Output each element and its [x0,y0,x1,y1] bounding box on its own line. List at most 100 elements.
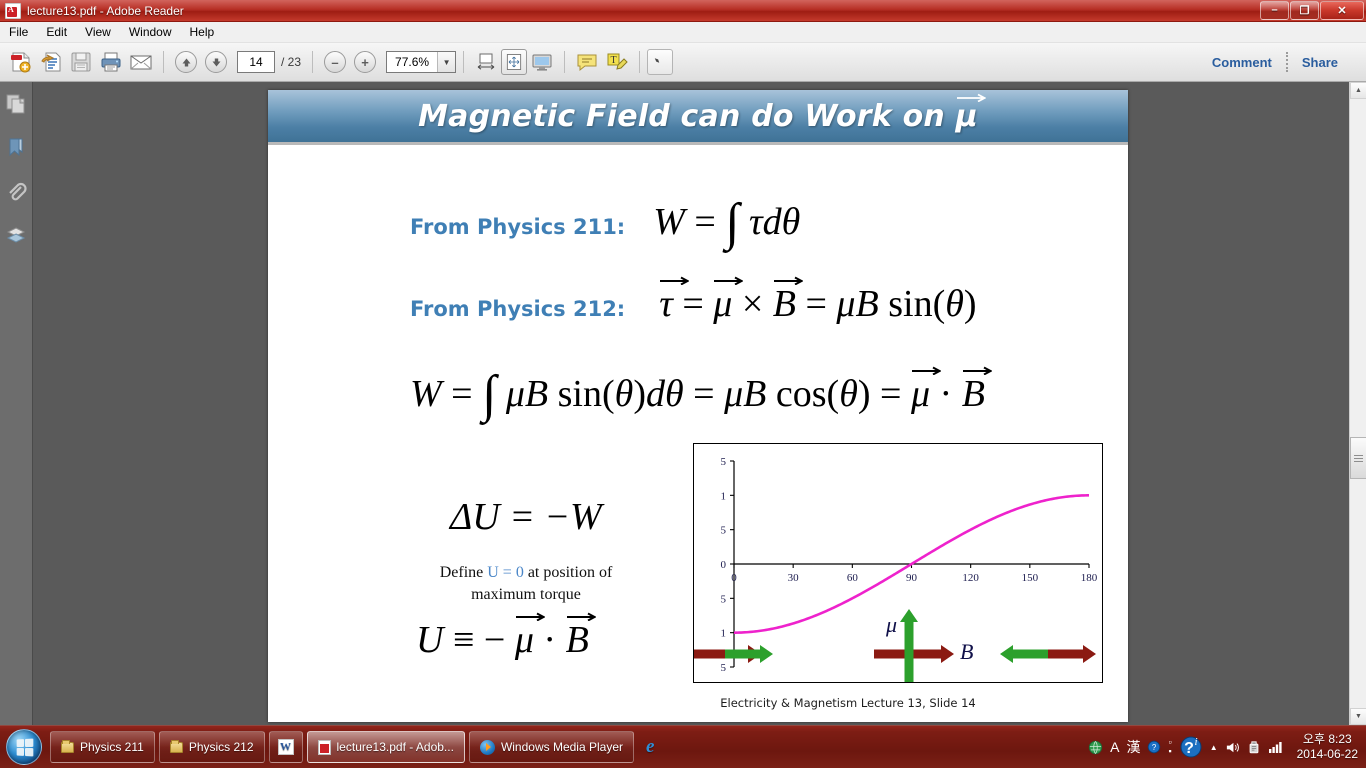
network-signal-icon[interactable] [1268,740,1284,754]
taskbar-item-physics-211[interactable]: Physics 211 [50,731,155,763]
convert-pdf-icon[interactable] [36,47,66,77]
menu-edit[interactable]: Edit [37,23,76,41]
menu-view[interactable]: View [76,23,120,41]
email-icon[interactable] [126,47,156,77]
physics211-label: From Physics 211: [410,215,626,239]
menu-help[interactable]: Help [181,23,224,41]
svg-text:90: 90 [906,572,918,584]
navigation-pane [0,82,33,725]
language-globe-icon[interactable] [1088,740,1103,755]
toolbar-separator-5 [639,51,641,73]
vector-arrow-icon [566,612,596,621]
torque-equation: τ = μ × B = μB sin(θ) [659,276,977,326]
potential-energy-row: U ≡ − μ · B [416,612,596,662]
define-u-suffix: at position of [523,564,613,581]
chevron-down-icon[interactable]: ▼ [437,52,456,72]
svg-text:60: 60 [847,572,859,584]
toolbar-separator-3 [463,51,465,73]
fit-width-icon[interactable] [471,47,501,77]
page-number-input[interactable]: 14 [237,51,275,73]
folder-icon [61,739,74,753]
work-integral-equation: W = ∫ τdθ [653,194,801,251]
menu-file[interactable]: File [0,23,37,41]
word-icon: W [277,739,294,755]
scrollbar-thumb[interactable] [1350,437,1366,479]
previous-page-button[interactable] [171,47,201,77]
toolbar-separator-1 [163,51,164,73]
menu-window[interactable]: Window [120,23,181,41]
scroll-up-button[interactable]: ▲ [1350,82,1366,99]
fullscreen-icon[interactable] [647,49,674,75]
physics212-label: From Physics 212: [410,297,626,321]
physics211-row: From Physics 211: W = ∫ τdθ [410,188,801,251]
print-icon[interactable] [96,47,126,77]
taskbar-item-physics-212[interactable]: Physics 212 [158,731,265,763]
zoom-out-button[interactable]: – [320,47,350,77]
vector-arrow-icon [956,93,986,102]
delta-u-row: ΔU = −W [450,495,602,539]
sticky-note-icon[interactable] [572,47,602,77]
pdf-page: Magnetic Field can do Work on μ From Phy… [268,90,1128,722]
action-center-icon[interactable]: ? i [1179,735,1203,759]
windows-logo-icon [6,729,42,765]
create-pdf-icon[interactable] [6,47,36,77]
taskbar-item-adobe-reader[interactable]: lecture13.pdf - Adob... [306,731,465,763]
layers-icon[interactable] [4,224,28,248]
ime-help-icon[interactable]: ? [1147,740,1161,754]
vector-arrow-icon [515,612,545,621]
taskbar-item-word[interactable]: W [268,731,303,763]
taskbar-label: Windows Media Player [500,740,623,754]
close-button[interactable]: ✕ [1320,0,1364,20]
svg-text:?: ? [1152,743,1157,752]
taskbar-clock[interactable]: 오후 8:23 2014-06-22 [1291,732,1358,762]
next-page-button[interactable] [201,47,231,77]
physics212-row: From Physics 212: τ = μ × B = μB sin(θ) [410,276,977,326]
page-thumbnails-icon[interactable] [4,92,28,116]
read-mode-icon[interactable] [527,47,557,77]
define-u-line1: Define U = 0 at position of [391,562,661,584]
usb-device-icon[interactable] [1247,740,1261,755]
svg-text:0: 0 [721,559,727,571]
pdf-app-icon [5,2,21,19]
define-u-highlight: U = 0 [487,564,524,581]
toolbar-right-group: Comment Share [1200,52,1360,72]
toolbar-separator-4 [564,51,566,73]
clock-time: 오후 8:23 [1302,732,1352,746]
slide-caption: Electricity & Magnetism Lecture 13, Slid… [720,696,976,710]
fit-page-icon[interactable] [501,49,528,75]
ime-options-icon[interactable]: ▫ ▪ [1168,738,1171,756]
maximize-button[interactable]: ❐ [1290,0,1319,20]
energy-vs-angle-chart: 5 1 5 0 5 1 5 0 30 60 90 120 150 180 μ B [693,443,1103,683]
show-hidden-icons-icon[interactable]: ▲ [1210,743,1218,752]
mu-glyph: μ [955,98,978,134]
attachments-icon[interactable] [4,180,28,204]
zoom-level-combobox[interactable]: 77.6% ▼ [386,51,457,73]
titlebar-gloss [0,0,1366,11]
toolbar-separator-2 [312,51,314,73]
save-icon[interactable] [66,47,96,77]
comment-button[interactable]: Comment [1200,55,1284,70]
ime-hanja-icon[interactable]: 漢 [1126,737,1140,757]
folder-icon [169,739,183,753]
mu-vector-symbol: μ [955,93,986,134]
ime-latin-icon[interactable]: A [1110,739,1119,755]
highlight-text-icon[interactable]: T [602,47,632,77]
svg-text:30: 30 [788,572,800,584]
scroll-down-button[interactable]: ▼ [1350,708,1366,725]
vertical-scrollbar[interactable]: ▲ ▼ [1349,82,1366,725]
window-titlebar[interactable]: lecture13.pdf - Adobe Reader – ❐ ✕ [0,0,1366,22]
share-button[interactable]: Share [1290,55,1350,70]
vector-arrow-icon [714,276,744,285]
svg-text:0: 0 [731,572,737,584]
page-total-label: / 23 [281,55,302,69]
start-button[interactable] [2,728,46,766]
zoom-in-button[interactable]: + [350,47,380,77]
taskbar-item-windows-media-player[interactable]: Windows Media Player [468,731,634,763]
window-controls: – ❐ ✕ [1259,0,1366,21]
minimize-button[interactable]: – [1260,0,1289,20]
define-u-prefix: Define [439,564,488,581]
taskbar-item-internet-explorer[interactable]: e [638,731,662,763]
bookmarks-icon[interactable] [4,136,28,160]
volume-icon[interactable] [1225,740,1240,755]
vector-arrow-icon [773,276,803,285]
